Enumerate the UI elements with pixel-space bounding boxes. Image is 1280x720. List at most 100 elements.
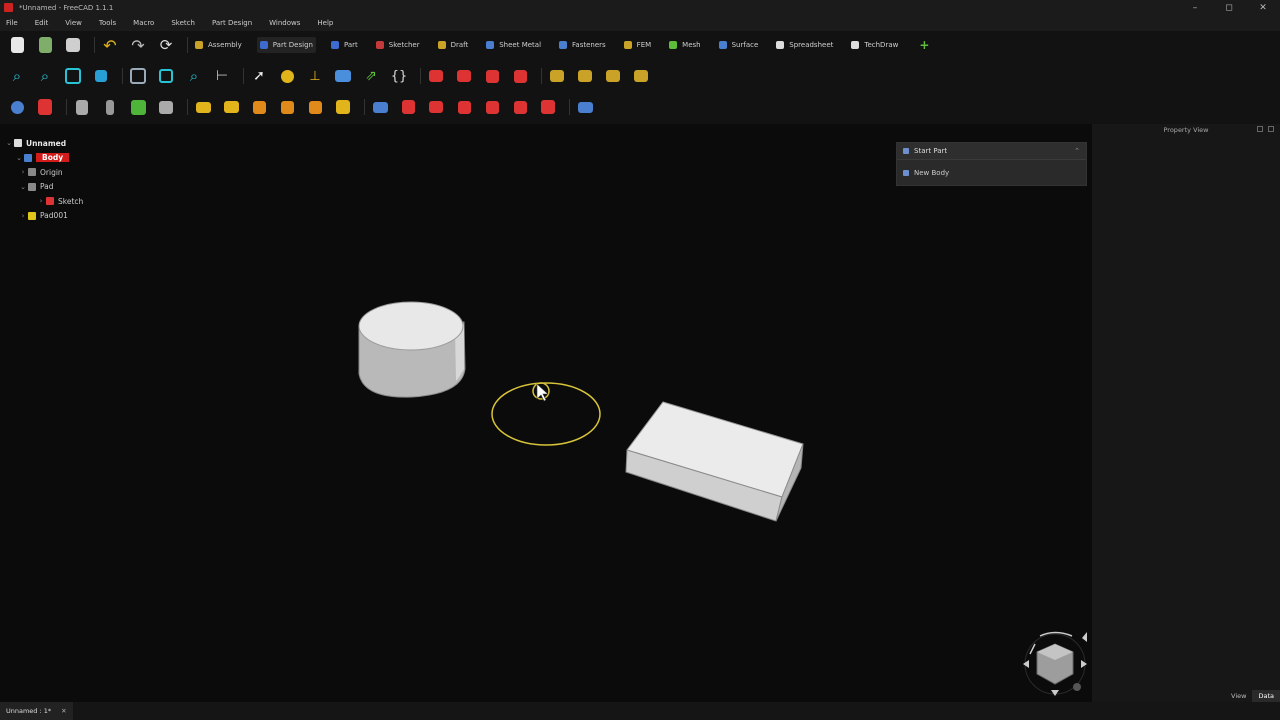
revolution-button[interactable] (220, 96, 242, 118)
tree-item-pad[interactable]: ⌄ Pad (0, 180, 200, 195)
zoom-button[interactable]: ⌕ (183, 65, 205, 87)
workbench-sketcher[interactable]: Sketcher (373, 37, 423, 53)
constraint-button-3[interactable] (602, 65, 624, 87)
collapse-icon[interactable]: ⌄ (14, 154, 24, 162)
clone-button[interactable] (155, 96, 177, 118)
part-container-button[interactable] (276, 65, 298, 87)
constraint-button-4[interactable] (630, 65, 652, 87)
workbench-techdraw[interactable]: TechDraw (848, 37, 901, 53)
validate-sketch-button[interactable] (71, 96, 93, 118)
additive-loft-button[interactable] (248, 96, 270, 118)
menu-edit[interactable]: Edit (35, 19, 49, 27)
collapse-icon[interactable]: ⌄ (18, 183, 28, 191)
tree-root[interactable]: ⌄ Unnamed (0, 136, 200, 151)
subtractive-primitive-button[interactable] (537, 96, 559, 118)
additive-helix-button[interactable] (304, 96, 326, 118)
tree-item-pad001[interactable]: › Pad001 (0, 209, 200, 224)
workbench-mesh[interactable]: Mesh (666, 37, 703, 53)
draw-style-button[interactable] (127, 65, 149, 87)
expand-icon[interactable]: › (36, 197, 46, 205)
workbench-part[interactable]: Part (328, 37, 361, 53)
new-body-item[interactable]: New Body (897, 160, 1086, 186)
task-panel-header[interactable]: Start Part ⌃ (897, 143, 1086, 160)
measure-button[interactable]: ⊢ (211, 65, 233, 87)
create-sketch-button[interactable] (34, 96, 56, 118)
select-button[interactable]: ➚ (248, 65, 270, 87)
datum-point-button[interactable] (99, 96, 121, 118)
menu-tools[interactable]: Tools (99, 19, 116, 27)
expression-button[interactable]: {} (388, 65, 410, 87)
group-button[interactable] (332, 65, 354, 87)
additive-pipe-button[interactable] (276, 96, 298, 118)
coordinate-system-button[interactable]: ⊥ (304, 65, 326, 87)
menu-view[interactable]: View (65, 19, 82, 27)
workbench-draft[interactable]: Draft (435, 37, 472, 53)
constraint-button-2[interactable] (574, 65, 596, 87)
new-document-button[interactable] (6, 34, 28, 56)
workbench-part-design[interactable]: Part Design (256, 37, 316, 53)
close-panel-icon[interactable] (1268, 126, 1274, 132)
workbench-surface[interactable]: Surface (716, 37, 762, 53)
tab-view[interactable]: View (1225, 690, 1252, 702)
expand-icon[interactable]: › (18, 168, 28, 176)
menu-macro[interactable]: Macro (133, 19, 154, 27)
isometric-view-button[interactable] (62, 65, 84, 87)
close-button[interactable]: ✕ (1246, 0, 1280, 15)
pocket-button[interactable] (369, 96, 391, 118)
box-solid[interactable] (625, 401, 804, 522)
3d-viewport[interactable]: ⌄ Unnamed ⌄ Body › Origin ⌄ Pad › Sketch… (0, 124, 1090, 702)
create-body-button[interactable] (6, 96, 28, 118)
view-front-button[interactable] (90, 65, 112, 87)
tree-item-sketch[interactable]: › Sketch (0, 194, 200, 209)
document-tab[interactable]: Unnamed : 1* ✕ (0, 702, 73, 720)
shape-binder-button[interactable] (127, 96, 149, 118)
open-document-button[interactable] (34, 34, 56, 56)
measure-distance-button[interactable] (425, 65, 447, 87)
fit-all-button[interactable]: ⌕ (6, 65, 28, 87)
navigation-cube[interactable] (1023, 631, 1087, 696)
measure-linear-button[interactable] (481, 65, 503, 87)
subtractive-helix-button[interactable] (509, 96, 531, 118)
menu-part-design[interactable]: Part Design (212, 19, 252, 27)
workbench-spreadsheet[interactable]: Spreadsheet (773, 37, 836, 53)
pad-button[interactable] (192, 96, 214, 118)
redo-button[interactable]: ↷ (127, 34, 149, 56)
measure-angle-button[interactable] (453, 65, 475, 87)
link-button[interactable]: ⇗ (360, 65, 382, 87)
workbench-fem[interactable]: FEM (621, 37, 655, 53)
menu-sketch[interactable]: Sketch (171, 19, 195, 27)
boolean-button[interactable] (574, 96, 596, 118)
menu-help[interactable]: Help (317, 19, 333, 27)
groove-button[interactable] (425, 96, 447, 118)
subtractive-pipe-button[interactable] (481, 96, 503, 118)
expand-icon[interactable]: › (18, 212, 28, 220)
menu-windows[interactable]: Windows (269, 19, 300, 27)
constraint-button-1[interactable] (546, 65, 568, 87)
box-zoom-button[interactable] (155, 65, 177, 87)
menu-file[interactable]: File (6, 19, 18, 27)
collapse-icon[interactable]: ⌄ (4, 139, 14, 147)
additive-primitive-button[interactable] (332, 96, 354, 118)
toolbar-row-2: ⌕ ⌕ ⌕ ⊢ ➚ ⊥ ⇗ {} (6, 65, 658, 87)
collapse-chevron-icon[interactable]: ⌃ (1074, 147, 1080, 155)
subtractive-loft-button[interactable] (453, 96, 475, 118)
tree-item-body[interactable]: ⌄ Body (0, 151, 200, 166)
workbench-assembly[interactable]: Assembly (192, 37, 245, 53)
hole-button[interactable] (397, 96, 419, 118)
refresh-button[interactable]: ⟳ (155, 34, 177, 56)
minimize-button[interactable]: – (1178, 0, 1212, 15)
fit-selection-button[interactable]: ⌕ (34, 65, 56, 87)
float-panel-icon[interactable] (1257, 126, 1263, 132)
workbench-sheet-metal[interactable]: Sheet Metal (483, 37, 544, 53)
measure-refresh-button[interactable] (509, 65, 531, 87)
add-workbench-button[interactable]: + (913, 34, 935, 56)
workbench-fasteners[interactable]: Fasteners (556, 37, 609, 53)
maximize-button[interactable]: ◻ (1212, 0, 1246, 15)
plus-icon: + (919, 38, 930, 52)
tab-data[interactable]: Data (1252, 690, 1280, 702)
tree-item-origin[interactable]: › Origin (0, 165, 200, 180)
save-document-button[interactable] (62, 34, 84, 56)
close-tab-icon[interactable]: ✕ (61, 707, 66, 715)
undo-button[interactable]: ↶ (99, 34, 121, 56)
cylinder-solid[interactable] (358, 301, 466, 398)
